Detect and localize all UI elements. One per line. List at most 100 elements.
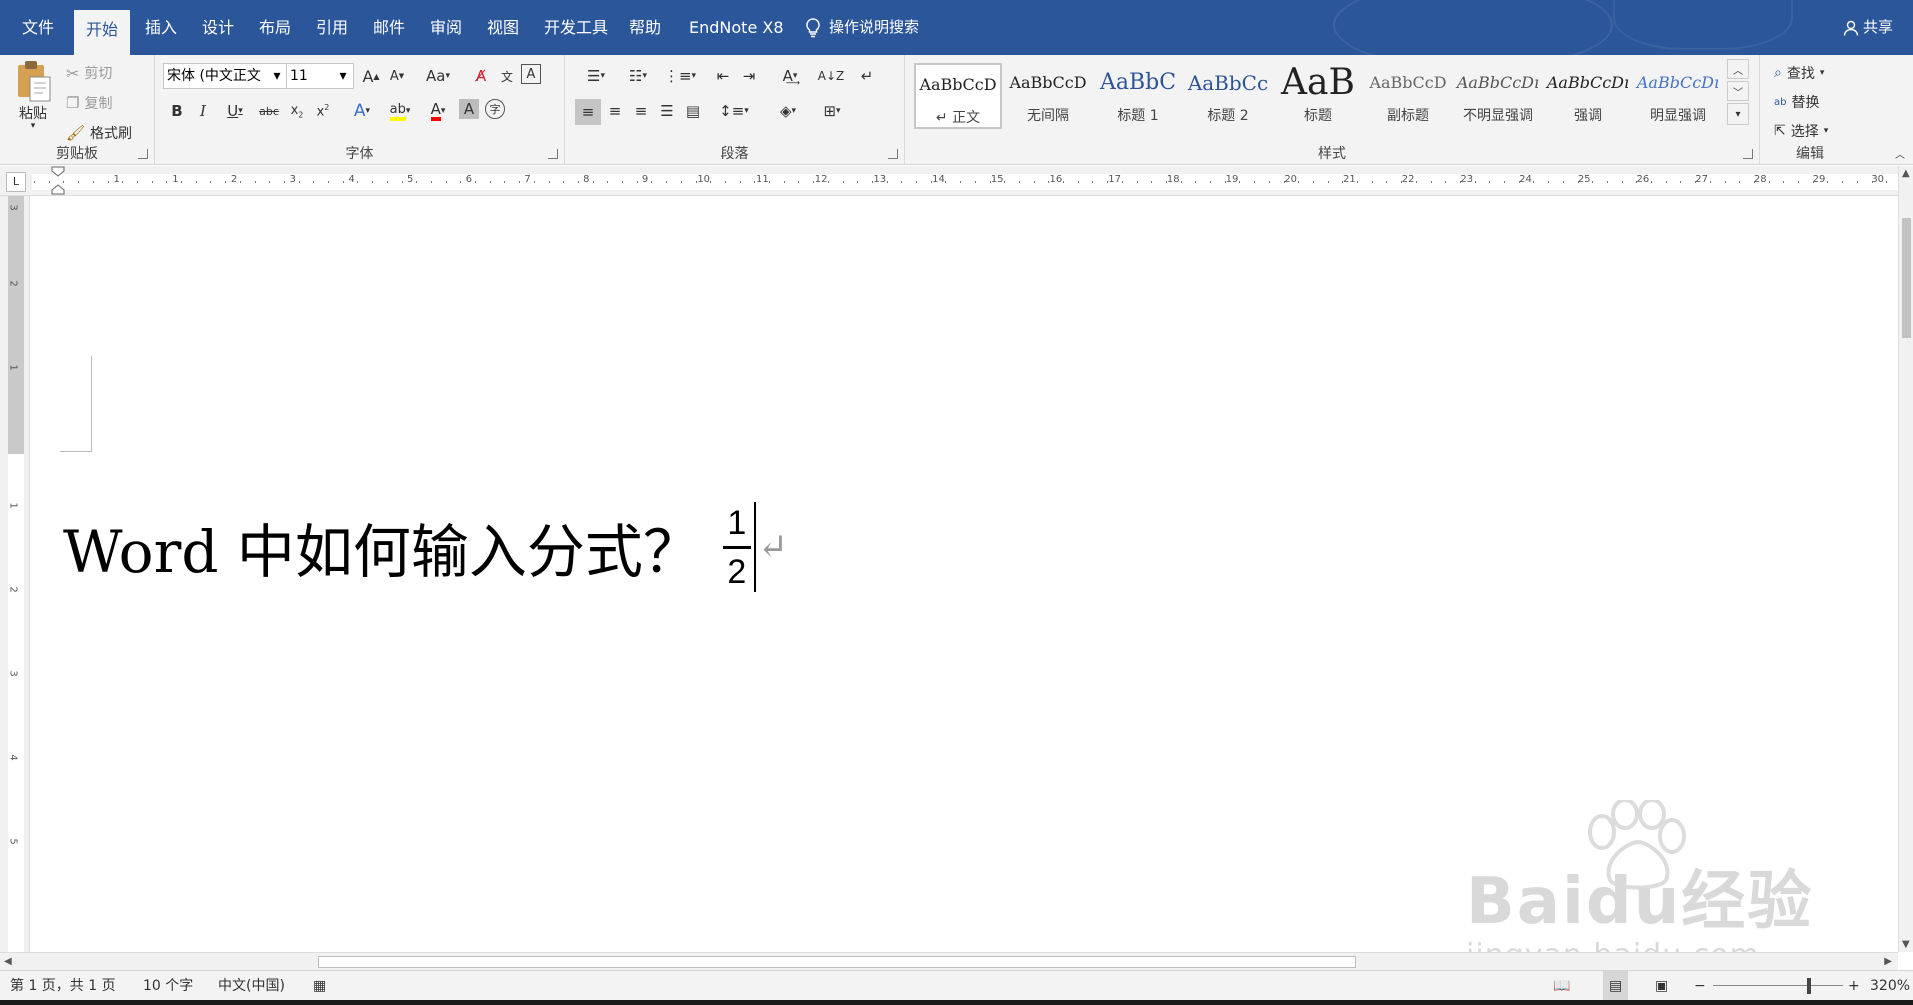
word-count[interactable]: 10 个字 [143,971,193,1001]
tab-file[interactable]: 文件 [10,0,66,55]
horizontal-scrollbar[interactable]: ◀ ▶ [0,952,1898,970]
styles-scroll-down-button[interactable]: ﹀ [1727,81,1749,101]
vertical-ruler[interactable]: 3 2 1 1 2 3 4 5 [0,196,30,952]
fraction-equation[interactable]: 1 2 [722,504,751,591]
show-marks-button[interactable]: ↵ [855,64,879,88]
change-case-button[interactable]: Aa ▾ [420,64,456,88]
font-launcher-icon[interactable] [548,149,558,159]
collapse-ribbon-button[interactable]: ︿ [1888,141,1912,165]
multilevel-list-button[interactable]: ⋮≡ ▾ [661,64,699,88]
styles-launcher-icon[interactable] [1743,149,1753,159]
italic-button[interactable]: I [191,99,215,123]
tab-design[interactable]: 设计 [190,0,246,55]
tab-review[interactable]: 审阅 [418,0,474,55]
replace-button[interactable]: ab 替换 [1774,92,1819,112]
format-painter-button[interactable]: 🖌 格式刷 [66,123,132,143]
copy-button[interactable]: ❐ 复制 [66,93,112,113]
scroll-right-arrow-icon[interactable]: ▶ [1884,956,1892,967]
tab-layout[interactable]: 布局 [247,0,303,55]
line-spacing-button[interactable]: ↕≡ ▾ [715,99,753,123]
chevron-down-icon: ▾ [30,121,36,131]
bold-button[interactable]: B [165,99,189,123]
horizontal-scroll-thumb[interactable] [318,956,1356,968]
zoom-slider-track[interactable] [1713,985,1843,986]
enclose-characters-button[interactable]: 字 [485,99,505,119]
text-effects-button[interactable]: A ▾ [345,99,379,123]
indent-marker-icon[interactable] [51,166,65,196]
superscript-button[interactable]: x2 [311,99,335,123]
style-no-spacing[interactable]: AaBbCcD 无间隔 [1004,63,1092,129]
tab-home[interactable]: 开始 [74,10,131,55]
styles-more-button[interactable]: ▾ [1727,103,1749,125]
tab-help[interactable]: 帮助 [617,0,673,55]
zoom-in-button[interactable]: + [1848,971,1860,1001]
borders-button[interactable]: ⊞ ▾ [813,99,851,123]
character-border-button[interactable]: A [521,64,541,84]
paste-button[interactable]: 粘贴 ▾ [14,59,52,131]
scroll-up-arrow-icon[interactable]: ▲ [1902,168,1910,179]
subscript-button[interactable]: x2 [285,99,309,123]
strikethrough-button[interactable]: abc [257,99,281,123]
document-paragraph[interactable]: Word 中如何输入分式？ 1 2 ↵ [63,502,788,592]
find-button[interactable]: ⌕ 查找 ▾ [1774,63,1824,83]
grow-font-button[interactable]: A ▲ [359,64,383,88]
style-normal[interactable]: AaBbCcD ↵ 正文 [914,63,1002,129]
tab-view[interactable]: 视图 [475,0,531,55]
read-mode-icon[interactable]: 📖 [1553,971,1570,1001]
page-count[interactable]: 第 1 页，共 1 页 [10,971,116,1001]
shrink-font-button[interactable]: A ▼ [385,64,409,88]
horizontal-ruler[interactable]: L 1 1 2 3 4 5 6 7 8 9 10 11 12 13 14 15 16 17 18 19 20 21 22 23… [0,166,1913,196]
align-right-button[interactable]: ≡ [629,99,653,123]
style-heading1[interactable]: AaBbC 标题 1 [1094,63,1182,129]
style-heading2[interactable]: AaBbCc 标题 2 [1184,63,1272,129]
numbering-button[interactable]: ☷ ▾ [619,64,657,88]
align-center-button[interactable]: ≡ [603,99,627,123]
paragraph-launcher-icon[interactable] [888,149,898,159]
distributed-button[interactable]: ▤ [681,99,705,123]
chinese-layout-button[interactable]: A͢ ▾ [771,64,809,88]
tab-insert[interactable]: 插入 [133,0,189,55]
web-layout-icon[interactable]: ▣ [1655,971,1668,1001]
style-intense-emphasis[interactable]: AaBbCcDı 明显强调 [1634,63,1722,129]
cut-button[interactable]: ✂ 剪切 [66,63,112,83]
increase-indent-button[interactable]: ⇥ [737,64,761,88]
select-button[interactable]: ⇱ 选择 ▾ [1774,121,1828,141]
clipboard-launcher-icon[interactable] [138,149,148,159]
share-button[interactable]: 共享 [1843,0,1893,55]
justify-button[interactable]: ☰ [655,99,679,123]
zoom-level[interactable]: 320% [1870,971,1910,1001]
style-emphasis[interactable]: AaBbCcDı 强调 [1544,63,1632,129]
zoom-out-button[interactable]: − [1694,971,1706,1001]
scroll-left-arrow-icon[interactable]: ◀ [4,956,12,967]
tab-mailings[interactable]: 邮件 [361,0,417,55]
tell-me-search[interactable]: 操作说明搜索 [805,0,919,55]
font-size-select[interactable]: 11 ▾ [286,63,354,89]
macro-record-icon[interactable]: ▦ [313,971,326,1001]
font-name-select[interactable]: 宋体 (中文正文 ▾ [163,63,288,89]
vertical-scrollbar[interactable]: ▲ ▼ [1898,166,1913,952]
tab-endnote[interactable]: EndNote X8 [677,0,796,55]
decrease-indent-button[interactable]: ⇤ [711,64,735,88]
print-layout-icon[interactable]: ▤ [1603,971,1629,1001]
character-shading-button[interactable]: A [459,99,479,119]
style-subtle-emphasis[interactable]: AaBbCcDı 不明显强调 [1454,63,1542,129]
style-title[interactable]: AaB 标题 [1274,63,1362,129]
tab-developer[interactable]: 开发工具 [532,0,620,55]
phonetic-guide-button[interactable]: 文 [495,64,519,88]
clear-formatting-button[interactable]: A̸ [469,64,493,88]
zoom-slider-thumb[interactable] [1807,978,1811,994]
highlight-button[interactable]: ab ▾ [383,99,417,123]
tab-references[interactable]: 引用 [304,0,360,55]
underline-button[interactable]: U ▾ [217,99,253,123]
align-left-button[interactable]: ≡ [575,99,601,125]
bullets-button[interactable]: ☰ ▾ [577,64,615,88]
language-indicator[interactable]: 中文(中国) [218,971,285,1001]
scroll-down-arrow-icon[interactable]: ▼ [1902,939,1910,950]
styles-scroll-up-button[interactable]: ︿ [1727,59,1749,79]
vertical-scroll-thumb[interactable] [1902,218,1911,338]
shading-button[interactable]: ◈ ▾ [769,99,807,123]
font-color-button[interactable]: A ▾ [421,99,455,123]
tab-selector[interactable]: L [6,172,26,192]
sort-button[interactable]: A↓Z [818,64,844,88]
style-subtitle[interactable]: AaBbCcD 副标题 [1364,63,1452,129]
